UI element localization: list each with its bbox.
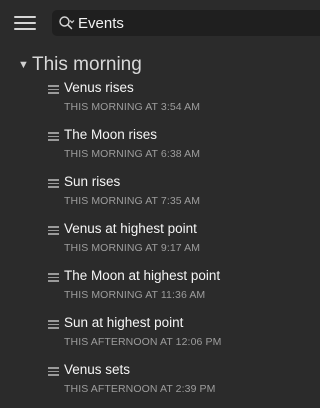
list-item[interactable]: Venus sets THIS AFTERNOON AT 2:39 PM [0,362,320,408]
event-title: The Moon rises [64,127,158,142]
event-title: Sun at highest point [64,315,184,330]
event-list-icon [48,226,59,235]
list-item[interactable]: Sun at highest point THIS AFTERNOON AT 1… [0,315,320,361]
event-list-icon [48,85,59,94]
section-header[interactable]: ▼ This morning [18,54,142,76]
event-title: Sun rises [64,174,121,189]
toolbar [0,0,320,44]
list-item[interactable]: The Moon rises THIS MORNING AT 6:38 AM [0,127,320,173]
event-time: THIS AFTERNOON AT 2:39 PM [64,383,216,395]
list-item[interactable]: Venus rises THIS MORNING AT 3:54 AM [0,80,320,126]
event-list-icon [48,179,59,188]
hamburger-menu-icon[interactable] [14,14,36,32]
event-time: THIS MORNING AT 6:38 AM [64,148,201,160]
event-time: THIS MORNING AT 11:36 AM [64,289,206,301]
event-title: Venus at highest point [64,221,197,236]
list-item[interactable]: Venus at highest point THIS MORNING AT 9… [0,221,320,267]
event-time: THIS MORNING AT 3:54 AM [64,101,201,113]
search-icon[interactable] [58,15,76,31]
event-time: THIS AFTERNOON AT 12:06 PM [64,336,222,348]
event-title: Venus sets [64,362,131,377]
event-time: THIS MORNING AT 7:35 AM [64,195,201,207]
event-title: Venus rises [64,80,134,95]
event-time: THIS MORNING AT 9:17 AM [64,242,201,254]
section-title: This morning [32,54,142,75]
event-list-icon [48,320,59,329]
list-item[interactable]: The Moon at highest point THIS MORNING A… [0,268,320,314]
search-input[interactable] [78,10,308,36]
event-list-icon [48,367,59,376]
event-title: The Moon at highest point [64,268,221,283]
triangle-down-icon[interactable]: ▼ [18,59,32,71]
event-list-icon [48,273,59,282]
list-item[interactable]: Sun rises THIS MORNING AT 7:35 AM [0,174,320,220]
search-field[interactable] [52,10,320,36]
event-list-icon [48,132,59,141]
